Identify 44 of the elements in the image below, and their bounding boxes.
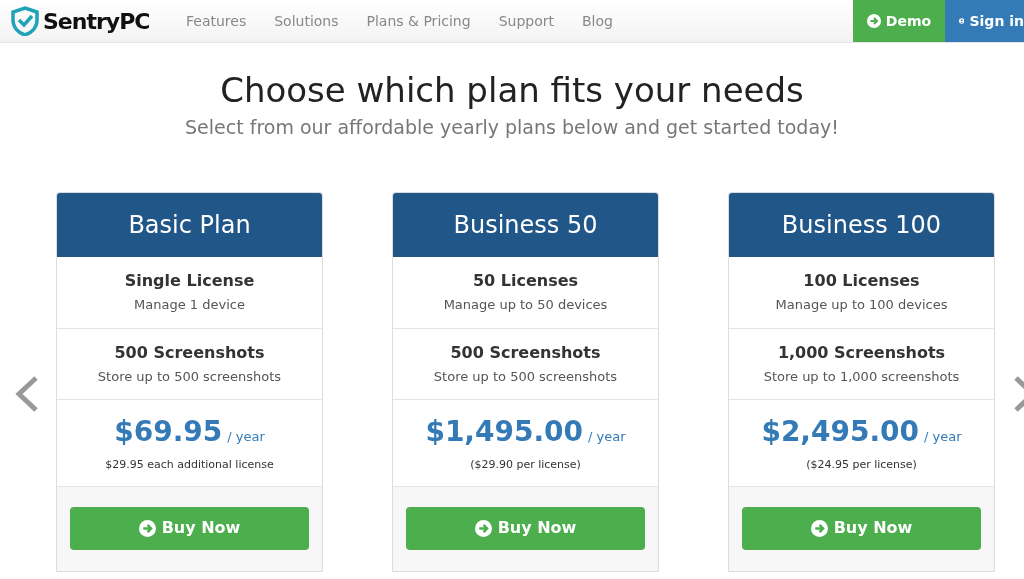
arrow-circle-icon (866, 14, 881, 28)
arrow-circle-icon (474, 519, 492, 537)
price-note: ($24.95 per license) (806, 457, 917, 474)
price: $1,495.00 (425, 414, 584, 451)
nav-link[interactable]: Features (186, 10, 247, 32)
price: $2,495.00 (761, 414, 920, 451)
nav-link[interactable]: Solutions (274, 10, 339, 32)
feature-note: Manage up to 50 devices (443, 296, 608, 315)
plan-title: Basic Plan (57, 192, 322, 257)
feature-note: Manage up to 100 devices (775, 296, 948, 315)
feature-note: Store up to 1,000 screenshots (763, 367, 960, 386)
plan-title: Business 50 (393, 192, 658, 257)
arrow-circle-icon (810, 519, 828, 537)
shield-check-logo-icon (11, 6, 39, 36)
page-heading: Choose which plan fits your needs (219, 69, 805, 111)
feature-note: Store up to 500 screenshots (97, 367, 282, 386)
page-subheading: Select from our affordable yearly plans below and get started today! (184, 115, 840, 140)
price: $69.95 (114, 414, 223, 451)
feature-title: 100 Licenses (803, 270, 920, 293)
buy-now-button[interactable]: Buy Now (406, 506, 645, 550)
chevron-right-icon[interactable] (1013, 375, 1024, 413)
nav-link[interactable]: Support (498, 10, 554, 32)
brand-logo-text[interactable]: SentryPC (43, 4, 150, 38)
feature-note: Manage 1 device (134, 296, 245, 315)
feature-title: Single License (124, 270, 255, 293)
sign-in-button[interactable]: Sign in (945, 0, 1024, 42)
buy-now-button[interactable]: Buy Now (742, 506, 981, 550)
price-note: ($29.90 per license) (470, 457, 581, 474)
feature-note: Store up to 500 screenshots (433, 367, 618, 386)
chevron-left-icon[interactable] (14, 375, 40, 413)
price-period: / year (588, 428, 626, 447)
nav-link[interactable]: Plans & Pricing (366, 10, 471, 32)
plan-title: Business 100 (729, 192, 994, 257)
price-note: $29.95 each additional license (105, 457, 274, 474)
arrow-circle-icon (138, 519, 156, 537)
demo-button[interactable]: Demo (853, 0, 945, 42)
feature-title: 50 Licenses (472, 270, 579, 293)
feature-title: 500 Screenshots (450, 341, 601, 364)
nav-link[interactable]: Blog (581, 10, 613, 32)
buy-now-button[interactable]: Buy Now (70, 506, 309, 550)
feature-title: 1,000 Screenshots (777, 341, 946, 364)
feature-title: 500 Screenshots (114, 341, 265, 364)
price-period: / year (227, 428, 265, 447)
price-period: / year (924, 428, 962, 447)
